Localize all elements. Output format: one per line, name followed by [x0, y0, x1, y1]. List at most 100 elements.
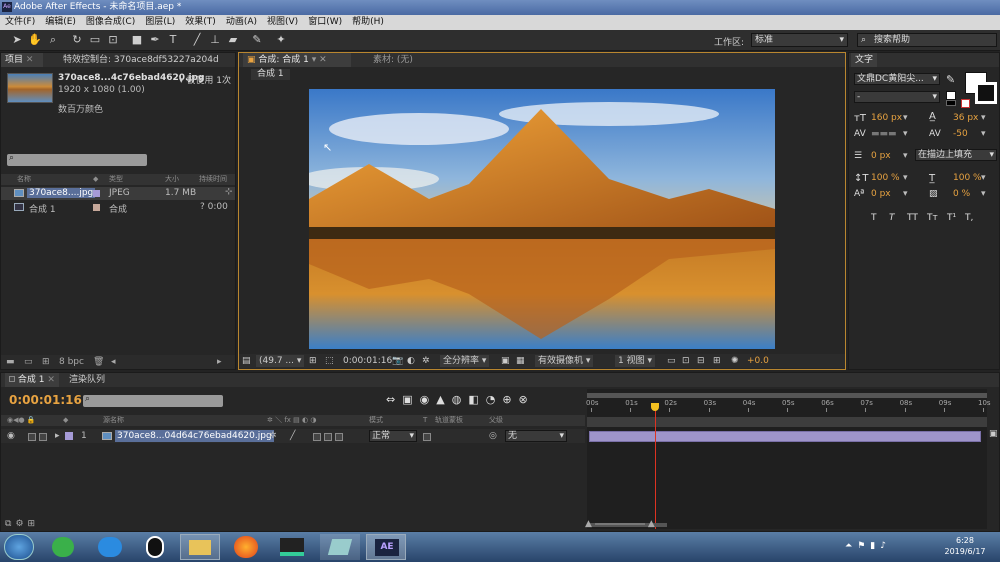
layer-duration-bar[interactable]	[589, 431, 981, 442]
pen-tool-icon[interactable]: ✒	[148, 33, 162, 47]
col-mode[interactable]: 模式	[369, 415, 383, 426]
menu-layer[interactable]: 图层(L)	[140, 15, 180, 30]
rectangle-tool-icon[interactable]: ■	[130, 33, 144, 47]
safe-margins-icon[interactable]: ⊞	[309, 354, 317, 368]
tab-project[interactable]: 项目 ✕	[1, 53, 43, 67]
layer-name[interactable]: 370ace8...04d64c76ebad4620.jpg	[115, 430, 274, 442]
tsume-value[interactable]: 0 %	[953, 189, 970, 199]
new-folder-icon[interactable]: ▭	[24, 355, 33, 369]
puppet-pin-tool-icon[interactable]: ✦	[274, 33, 288, 47]
transparency-grid-icon[interactable]: ▦	[516, 354, 525, 368]
roto-brush-tool-icon[interactable]: ✎	[250, 33, 264, 47]
layer-row[interactable]: ◉ ▸ 1 370ace8...04d64c76ebad4620.jpg ✲ ╱…	[1, 429, 585, 443]
chevron-down-icon[interactable]: ▾	[981, 173, 986, 183]
camera-select[interactable]: 有效摄像机 ▾	[535, 355, 594, 367]
project-bpc[interactable]: 8 bpc	[59, 355, 84, 369]
glass-app-icon[interactable]	[320, 534, 360, 560]
camera-tool-icon[interactable]: ▭	[88, 33, 102, 47]
search-help-input[interactable]: ⌕ 搜索帮助	[857, 33, 997, 47]
chevron-down-icon[interactable]: ▾	[981, 113, 986, 123]
qq-icon[interactable]	[146, 536, 164, 558]
time-ruler[interactable]: 00s 01s 02s 03s 04s 05s 06s 07s 08s 09s 10s	[586, 399, 991, 413]
eye-icon[interactable]: ◉	[7, 429, 15, 443]
menu-animation[interactable]: 动画(A)	[221, 15, 262, 30]
resolution-select[interactable]: 全分辨率 ▾	[440, 355, 490, 367]
stroke-width-value[interactable]: 0 px	[871, 151, 891, 161]
chevron-down-icon[interactable]: ▾	[903, 173, 908, 183]
small-caps-button[interactable]: Tт	[927, 213, 947, 223]
flowchart-icon[interactable]: ⊞	[713, 354, 721, 368]
comp-viewer-image[interactable]	[309, 89, 775, 349]
black-swatch[interactable]	[946, 100, 956, 106]
tray-volume-icon[interactable]: ♪	[880, 541, 891, 551]
menu-edit[interactable]: 编辑(E)	[40, 15, 81, 30]
col-size[interactable]: 大小	[165, 174, 179, 185]
brush-tool-icon[interactable]: ╱	[190, 33, 204, 47]
tray-network-icon[interactable]: ▮	[870, 541, 880, 551]
menu-window[interactable]: 窗口(W)	[303, 15, 347, 30]
text-tool-icon[interactable]: T	[166, 33, 180, 47]
all-caps-button[interactable]: TT	[907, 213, 927, 223]
chevron-down-icon[interactable]: ▾	[903, 189, 908, 199]
tab-character[interactable]: 文字	[851, 53, 878, 67]
work-area-bar[interactable]	[587, 393, 987, 398]
always-preview-icon[interactable]: ▤	[242, 354, 251, 368]
clone-stamp-tool-icon[interactable]: ⊥	[208, 33, 222, 47]
workspace-select[interactable]: 标准 ▾	[751, 33, 848, 47]
chevron-down-icon[interactable]: ▾	[981, 129, 986, 139]
faux-italic-button[interactable]: T	[889, 213, 907, 223]
tab-effect-controls[interactable]: 特效控制台: 370ace8df53227a204d	[59, 53, 223, 67]
tray-flag-icon[interactable]: ⚑	[857, 541, 870, 551]
expand-triangle-icon[interactable]: ▸	[55, 429, 60, 443]
show-snapshot-icon[interactable]: ◐	[407, 354, 415, 368]
chevron-down-icon[interactable]: ▾	[981, 189, 986, 199]
region-icon[interactable]: ⬚	[325, 354, 334, 368]
toggle-pixel-aspect-icon[interactable]: ▭	[667, 354, 676, 368]
col-parent[interactable]: 父级	[489, 415, 503, 426]
lock-icon[interactable]: ▣	[247, 55, 256, 65]
tracking-value[interactable]: -50	[953, 129, 968, 139]
after-effects-taskbar-button[interactable]: AE	[366, 534, 406, 560]
timeline-search-input[interactable]: ⌕	[83, 394, 223, 407]
subscript-button[interactable]: T,	[965, 213, 983, 223]
label-color-swatch[interactable]	[93, 190, 100, 197]
draft-3d-icon[interactable]: ▣	[402, 393, 419, 406]
fast-previews-icon[interactable]: ⊡	[682, 354, 690, 368]
menu-help[interactable]: 帮助(H)	[347, 15, 389, 30]
col-name[interactable]: 名称	[17, 174, 31, 185]
channel-icon[interactable]: ✲	[422, 354, 430, 368]
stroke-color-swatch[interactable]	[975, 82, 997, 104]
eyedropper-icon[interactable]: ✎	[946, 73, 955, 86]
project-item-comp[interactable]: 合成 1 合成 ? 0:00	[1, 201, 235, 215]
font-style-select[interactable]: - ▾	[854, 91, 940, 103]
menu-composition[interactable]: 图像合成(C)	[81, 15, 140, 30]
comp-button-icon[interactable]: ▣	[989, 429, 998, 439]
comp-breadcrumb[interactable]: 合成 1	[251, 69, 290, 80]
time-graph[interactable]: 00s 01s 02s 03s 04s 05s 06s 07s 08s 09s 10s	[586, 389, 991, 529]
pan-behind-tool-icon[interactable]: ⊡	[106, 33, 120, 47]
project-item-footage[interactable]: 370ace8....jpg JPEG 1.7 MB ⊹	[1, 187, 235, 200]
media-player-icon[interactable]	[280, 538, 304, 556]
label-color-swatch[interactable]	[93, 204, 100, 211]
font-family-select[interactable]: 文鼎DC黄阳尖... ▾	[854, 73, 940, 85]
exposure-value[interactable]: +0.0	[747, 354, 769, 368]
menu-view[interactable]: 视图(V)	[262, 15, 303, 30]
tray-clock[interactable]: 6:28 2019/6/17	[940, 535, 990, 557]
col-duration[interactable]: 持续时间	[199, 174, 227, 185]
scroll-right-icon[interactable]: ▸	[217, 355, 222, 369]
chevron-down-icon[interactable]: ▾	[903, 151, 908, 161]
auto-keyframe-icon[interactable]: ⊕	[502, 393, 518, 406]
expand-panel-icon[interactable]: ⊞	[28, 519, 40, 529]
solo-checkbox[interactable]	[28, 432, 36, 446]
zoom-slider[interactable]: ▲ ▲	[585, 519, 655, 529]
hand-tool-icon[interactable]: ✋	[28, 33, 42, 47]
region-of-interest-icon[interactable]: ▣	[501, 354, 510, 368]
frame-blending-icon[interactable]: ▲	[436, 393, 451, 406]
snapshot-icon[interactable]: 📷	[392, 354, 403, 368]
leading-value[interactable]: 36 px	[953, 113, 978, 123]
preserve-transparency-checkbox[interactable]	[423, 432, 431, 446]
graph-editor-icon[interactable]: ◧	[468, 393, 485, 406]
views-select[interactable]: 1 视图 ▾	[615, 355, 655, 367]
col-source-name[interactable]: 源名称	[103, 415, 124, 426]
faux-bold-button[interactable]: T	[871, 213, 889, 223]
